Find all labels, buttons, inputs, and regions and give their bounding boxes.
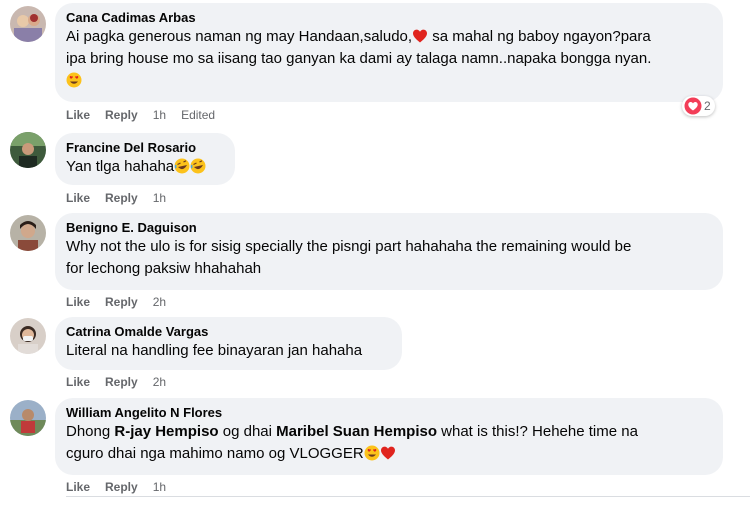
comment-text: Yan tlga hahaha xyxy=(66,156,223,178)
divider xyxy=(66,496,750,497)
comment-bubble: Cana Cadimas Arbas Ai pagka generous nam… xyxy=(55,3,723,102)
comment-actions: Like Reply 1h Edited xyxy=(66,108,230,122)
comment-actions: Like Reply 2h xyxy=(66,295,181,309)
comment-author[interactable]: William Angelito N Flores xyxy=(66,404,711,421)
comment-text: Ai pagka generous naman ng may Handaan,s… xyxy=(66,26,711,92)
reply-button[interactable]: Reply xyxy=(105,191,138,205)
like-button[interactable]: Like xyxy=(66,375,90,389)
edited-label[interactable]: Edited xyxy=(181,108,215,122)
rofl-icon xyxy=(174,158,190,174)
comment-author[interactable]: Cana Cadimas Arbas xyxy=(66,9,711,26)
rofl-icon xyxy=(190,158,206,174)
comment-text: Dhong R-jay Hempiso og dhai Maribel Suan… xyxy=(66,423,638,462)
comment-actions: Like Reply 1h xyxy=(66,480,181,494)
reply-button[interactable]: Reply xyxy=(105,375,138,389)
avatar[interactable] xyxy=(10,400,46,436)
timestamp[interactable]: 2h xyxy=(153,375,166,389)
heart-icon xyxy=(684,97,702,115)
timestamp[interactable]: 1h xyxy=(153,191,166,205)
like-button[interactable]: Like xyxy=(66,480,90,494)
comment-author[interactable]: Catrina Omalde Vargas xyxy=(66,323,390,340)
timestamp[interactable]: 1h xyxy=(153,108,166,122)
avatar[interactable] xyxy=(10,132,46,168)
avatar[interactable] xyxy=(10,6,46,42)
comment-text: Why not the ulo is for sisig specially t… xyxy=(66,238,632,277)
reaction-count: 2 xyxy=(704,99,711,113)
comment-author[interactable]: Benigno E. Daguison xyxy=(66,219,711,236)
comment-bubble: Francine Del Rosario Yan tlga hahaha xyxy=(55,133,235,185)
comment-bubble: Catrina Omalde Vargas Literal na handlin… xyxy=(55,317,402,370)
heart-icon xyxy=(413,29,428,43)
heart-eyes-icon xyxy=(66,72,82,88)
heart-eyes-icon xyxy=(364,445,380,461)
mention-link[interactable]: Maribel Suan Hempiso xyxy=(276,423,437,440)
reply-button[interactable]: Reply xyxy=(105,108,138,122)
comment-bubble: Benigno E. Daguison Why not the ulo is f… xyxy=(55,213,723,290)
like-button[interactable]: Like xyxy=(66,295,90,309)
timestamp[interactable]: 2h xyxy=(153,295,166,309)
like-button[interactable]: Like xyxy=(66,108,90,122)
comment-author[interactable]: Francine Del Rosario xyxy=(66,139,223,156)
heart-icon xyxy=(380,446,395,460)
reaction-summary[interactable]: 2 xyxy=(682,96,715,116)
mention-link[interactable]: R-jay Hempiso xyxy=(114,423,218,440)
comment-actions: Like Reply 2h xyxy=(66,375,181,389)
comment-text: Literal na handling fee binayaran jan ha… xyxy=(66,342,363,359)
avatar[interactable] xyxy=(10,318,46,354)
comment-actions: Like Reply 1h xyxy=(66,191,181,205)
reply-button[interactable]: Reply xyxy=(105,480,138,494)
comment-bubble: William Angelito N Flores Dhong R-jay He… xyxy=(55,398,723,475)
reply-button[interactable]: Reply xyxy=(105,295,138,309)
like-button[interactable]: Like xyxy=(66,191,90,205)
timestamp[interactable]: 1h xyxy=(153,480,166,494)
avatar[interactable] xyxy=(10,215,46,251)
